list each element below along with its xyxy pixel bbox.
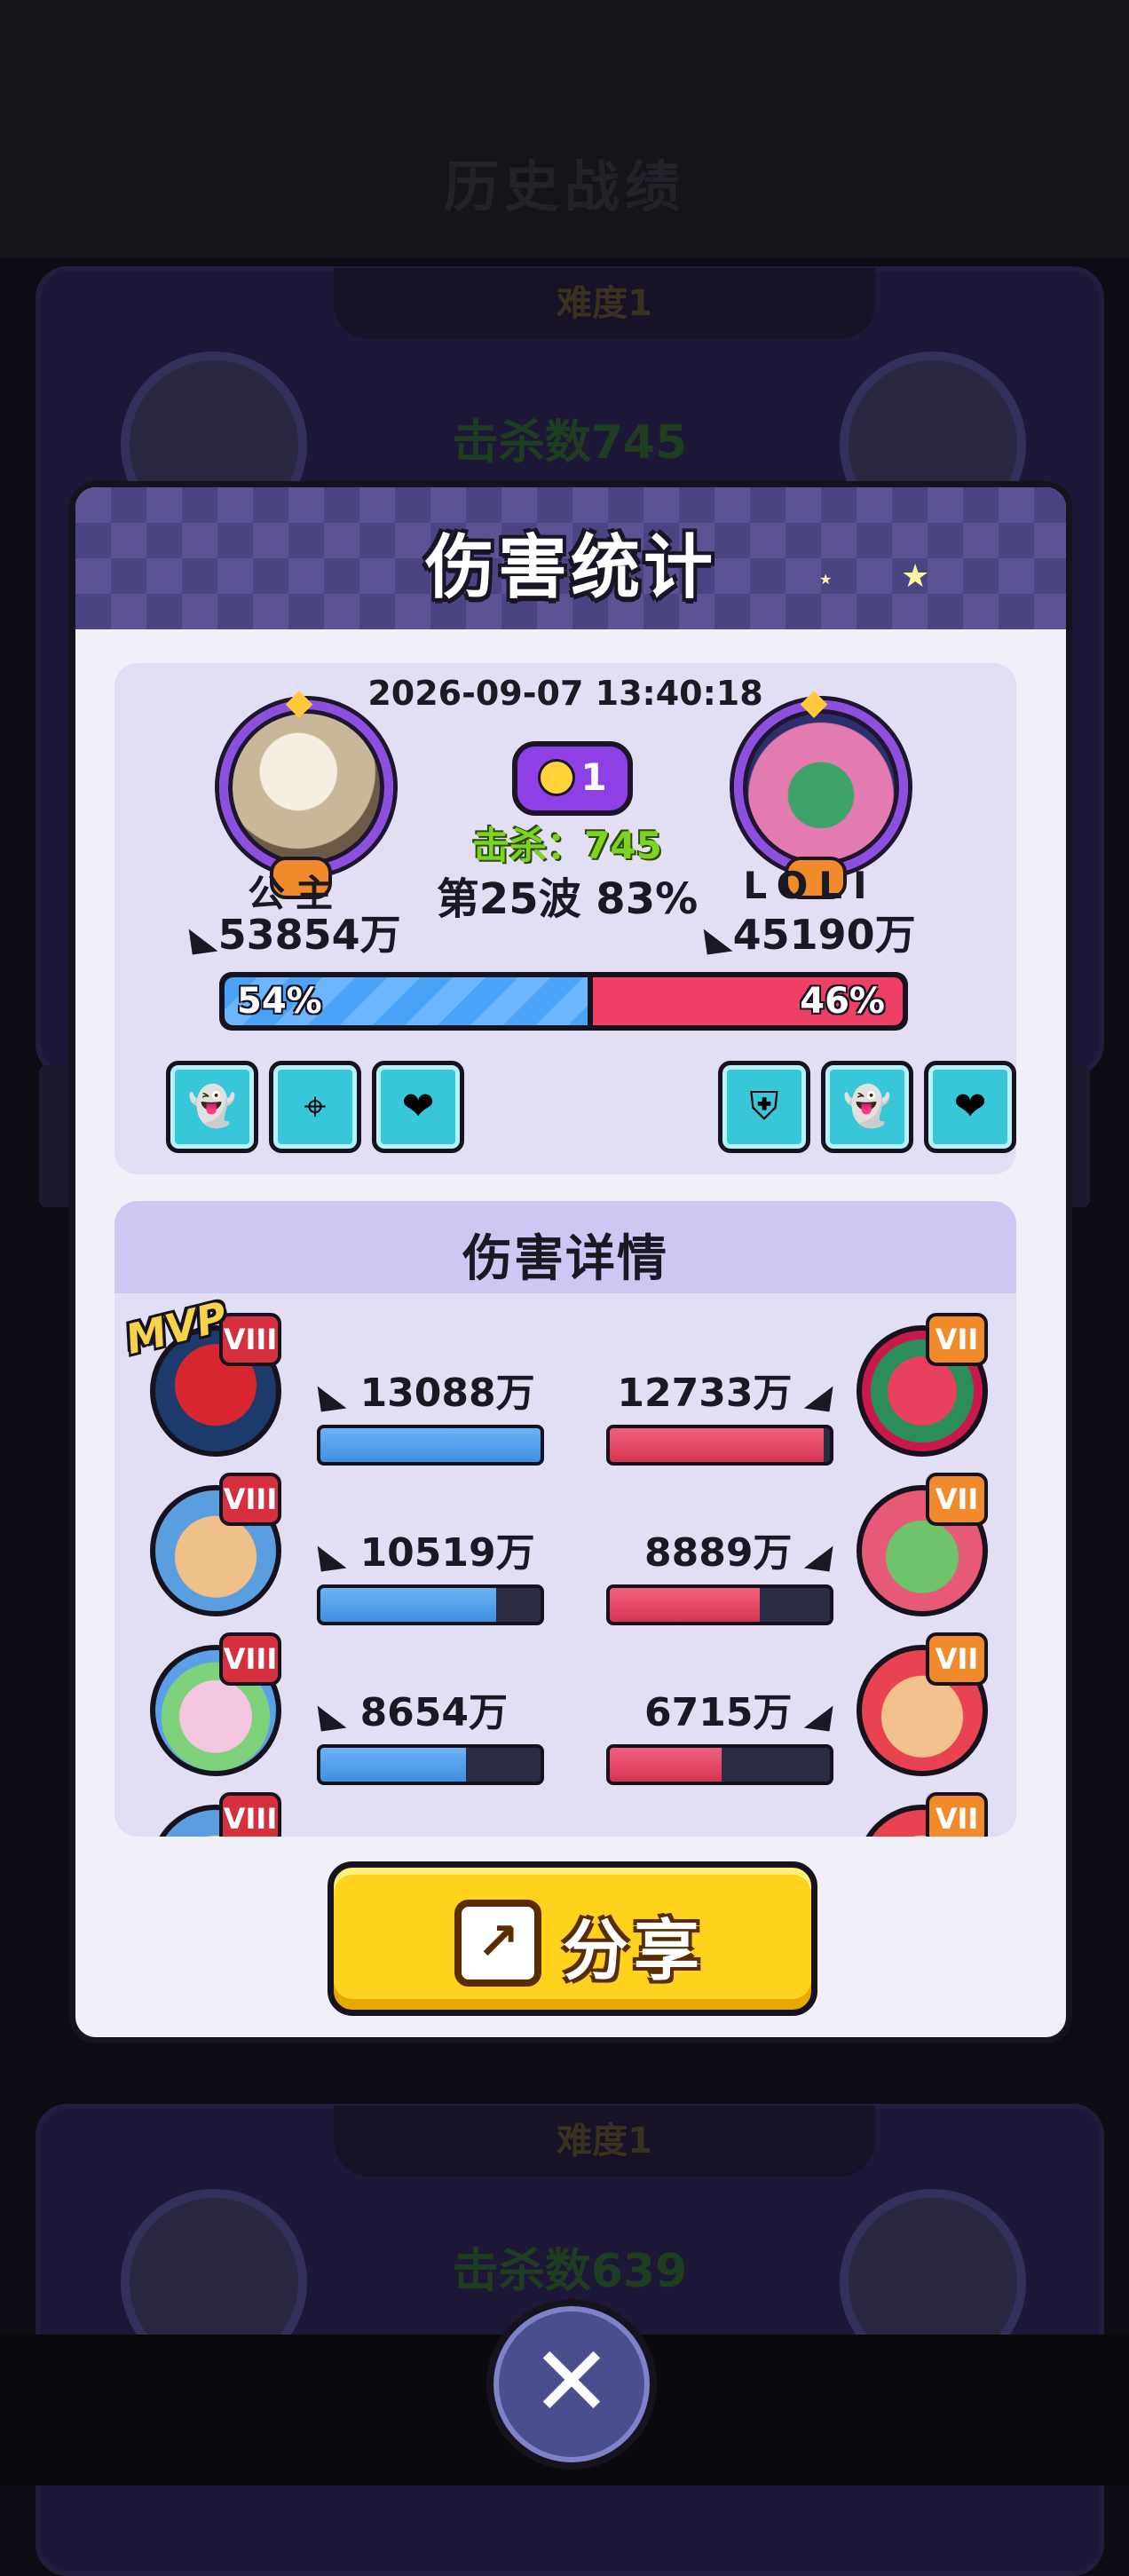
kill-count: 击杀：745	[472, 824, 662, 867]
background-title: 历史战绩	[443, 154, 685, 219]
left-unit-damage-value: 13088万	[359, 1371, 535, 1416]
right-unit-damage-fill	[610, 1748, 722, 1782]
sparkle-icon: ★	[819, 571, 833, 588]
right-unit-damage: 6715万 ◣	[603, 1680, 834, 1737]
damage-row: VIII VII	[114, 1785, 1016, 1837]
battle-summary: 2026-09-07 13:40:18 ◆ 公主 ◣53854万 ◆ LOLI …	[114, 663, 1016, 1174]
claw-icon: ◣	[316, 1693, 348, 1735]
ghost-upgrade-icon[interactable]: 👻	[821, 1061, 913, 1153]
left-unit-damage-fill	[320, 1428, 541, 1462]
right-unit-rank: VII	[926, 1473, 988, 1526]
damage-row: VIII VII ◣ 8654万 6715万 ◣	[114, 1625, 1016, 1785]
right-player-avatar[interactable]	[734, 700, 908, 874]
damage-row: VIII MVP VII ◣ 13088万 12733万 ◣	[114, 1293, 1016, 1466]
star-icon: ◆	[800, 682, 828, 723]
heart-plus-icon[interactable]: ❤	[924, 1061, 1016, 1153]
heart-plus-icon[interactable]: ❤	[372, 1061, 464, 1153]
right-unit-damage-fill	[610, 1428, 824, 1462]
share-button-label: 分享	[563, 1913, 705, 1989]
damage-row: VIII VII ◣ 10519万 8889万 ◣	[114, 1466, 1016, 1625]
ghost-upgrade-icon[interactable]: 👻	[166, 1061, 258, 1153]
right-unit-damage: 12733万 ◣	[603, 1361, 834, 1418]
background-difficulty-tag: 难度1	[334, 2106, 875, 2177]
left-unit-rank: VIII	[219, 1632, 281, 1686]
left-unit-damage: ◣ 13088万	[316, 1361, 549, 1418]
left-unit-damage-bar	[317, 1744, 544, 1785]
right-unit-rank: VII	[926, 1792, 988, 1837]
right-unit-damage-value: 8889万	[643, 1530, 793, 1576]
left-unit-damage: ◣ 8654万	[316, 1680, 549, 1737]
left-unit-damage-fill	[320, 1748, 466, 1782]
left-unit-damage-value: 10519万	[359, 1530, 535, 1576]
left-unit-damage-value: 8654万	[359, 1690, 509, 1735]
left-unit-rank: VIII	[219, 1792, 281, 1837]
right-unit-damage-value: 12733万	[617, 1371, 793, 1416]
right-unit-damage-bar	[606, 1744, 833, 1785]
claw-icon: ◣	[802, 1373, 834, 1416]
damage-details-list[interactable]: VIII MVP VII ◣ 13088万 12733万 ◣ VIII VII ◣ 10519…	[114, 1293, 1016, 1837]
background-kill-count: 击杀数639	[452, 2245, 688, 2298]
left-unit-damage-bar	[317, 1584, 544, 1625]
close-icon: ✕	[530, 2325, 613, 2438]
claw-icon: ◣	[187, 916, 219, 959]
right-unit-damage-bar	[606, 1584, 833, 1625]
right-unit-damage: 8889万 ◣	[603, 1521, 834, 1577]
wave-progress: 第25波 83%	[436, 874, 699, 924]
share-icon: ↗	[454, 1900, 541, 1987]
skull-icon	[538, 758, 576, 796]
difficulty-value: 1	[580, 755, 607, 799]
difficulty-badge: 1	[512, 741, 633, 816]
share-button[interactable]: ↗ 分享	[328, 1861, 817, 2016]
battle-datetime: 2026-09-07 13:40:18	[367, 674, 763, 713]
right-unit-damage-fill	[610, 1588, 760, 1622]
close-button[interactable]: ✕	[486, 2299, 657, 2469]
left-unit-damage-bar	[317, 1425, 544, 1466]
claw-icon: ◣	[802, 1693, 834, 1735]
star-icon: ◆	[285, 682, 313, 723]
shield-pig-icon[interactable]: ⛨	[718, 1061, 810, 1153]
claw-icon: ◣	[316, 1373, 348, 1416]
left-ratio-label: 54%	[237, 981, 322, 1022]
claw-icon: ◣	[802, 1533, 834, 1576]
right-unit-damage-bar	[606, 1425, 833, 1466]
left-unit-damage: ◣ 10519万	[316, 1521, 549, 1577]
background-difficulty-tag: 难度1	[334, 268, 875, 339]
claw-icon: ◣	[316, 1533, 348, 1576]
background-kill-count: 击杀数745	[452, 416, 688, 470]
damage-stats-modal: 伤害统计 ★ ★ 2026-09-07 13:40:18 ◆ 公主 ◣53854…	[69, 481, 1072, 2043]
sparkle-icon: ★	[901, 558, 930, 595]
right-ratio-label: 46%	[800, 981, 885, 1022]
left-player-avatar[interactable]	[219, 700, 393, 874]
right-unit-damage-value: 6715万	[643, 1690, 793, 1735]
left-unit-damage-fill	[320, 1588, 497, 1622]
crosshair-icon[interactable]: ⌖	[269, 1061, 361, 1153]
damage-details-title: 伤害详情	[462, 1230, 668, 1288]
right-unit-rank: VII	[926, 1313, 988, 1366]
damage-details-header: 伤害详情	[114, 1201, 1016, 1293]
damage-ratio-bar: 54% 46%	[219, 972, 908, 1031]
left-unit-rank: VIII	[219, 1473, 281, 1526]
right-unit-rank: VII	[926, 1632, 988, 1686]
